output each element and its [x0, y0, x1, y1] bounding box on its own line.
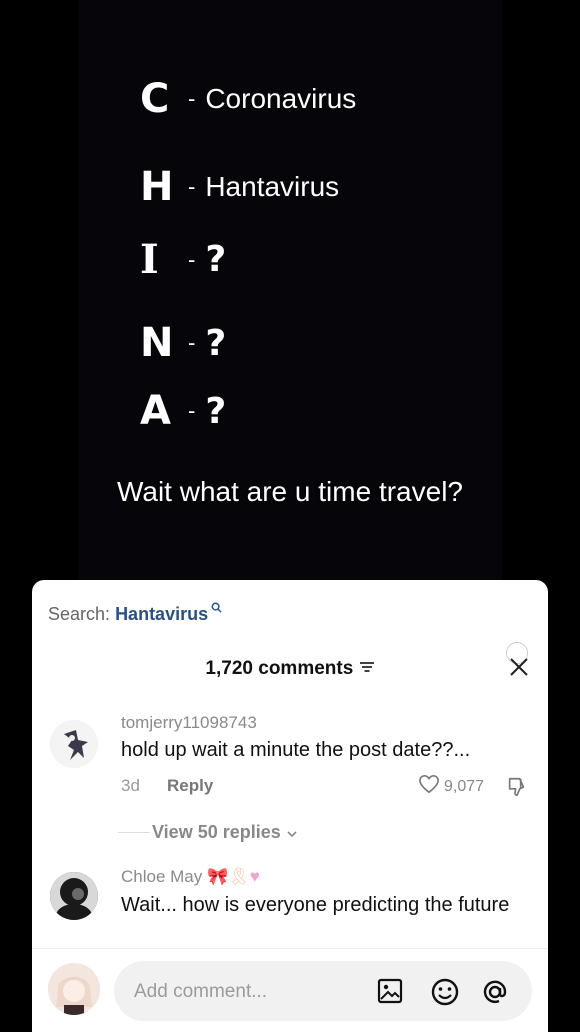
sort-icon[interactable] — [359, 658, 375, 679]
comment-username-label: Chloe May — [121, 867, 203, 886]
comment-input-bar — [32, 948, 548, 1032]
acronym-row-n: N - ? — [140, 320, 226, 366]
acronym-dash: - — [188, 330, 196, 355]
view-replies-button[interactable]: View 50 replies — [118, 822, 297, 843]
comment-text: Wait... how is everyone predicting the f… — [121, 894, 510, 916]
acronym-word: ? — [205, 239, 227, 280]
acronym-dash: - — [188, 174, 196, 199]
view-replies-label: View 50 replies — [152, 822, 281, 842]
emoji-icon[interactable] — [430, 977, 459, 1006]
comments-count-label: 1,720 comments — [205, 658, 354, 679]
acronym-row-i: I - ? — [140, 236, 226, 283]
search-suggestion[interactable]: Search: Hantavirus — [48, 602, 223, 625]
acronym-letter: N — [140, 320, 174, 366]
comment-age: 3d — [121, 776, 140, 795]
comment-username[interactable]: Chloe May 🎀🎗♥ — [121, 867, 260, 887]
like-count: 9,077 — [444, 777, 485, 795]
acronym-word: ? — [205, 390, 227, 432]
user-avatar[interactable] — [48, 963, 100, 1015]
acronym-word: Hantavirus — [205, 171, 340, 202]
avatar[interactable] — [50, 872, 98, 920]
comment-username[interactable]: tomjerry11098743 — [121, 713, 257, 733]
bow-icon: 🎀 — [207, 867, 229, 886]
reply-button[interactable]: Reply — [167, 776, 213, 796]
acronym-word: Coronavirus — [205, 83, 357, 114]
search-term[interactable]: Hantavirus — [115, 604, 208, 624]
acronym-letter: A — [140, 388, 171, 434]
acronym-letter: I — [140, 236, 159, 283]
divider — [118, 832, 150, 833]
like-button[interactable]: 9,077 — [418, 774, 484, 799]
acronym-dash: - — [188, 246, 196, 272]
search-icon — [208, 602, 223, 616]
acronym-row-c: C - Coronavirus — [140, 76, 356, 122]
acronym-letter: C — [140, 76, 170, 122]
chevron-down-icon — [287, 822, 297, 843]
heart-icon: ♥ — [249, 867, 260, 886]
avatar[interactable] — [50, 720, 98, 768]
acronym-row-a: A - ? — [140, 388, 226, 434]
acronym-row-h: H - Hantavirus — [140, 164, 339, 210]
mention-icon[interactable] — [480, 977, 508, 1005]
close-icon[interactable] — [508, 656, 530, 685]
video-caption: Wait what are u time travel? — [117, 476, 463, 507]
acronym-word: ? — [205, 322, 227, 364]
heart-icon — [418, 774, 440, 799]
comments-sheet: Search: Hantavirus 1,720 comments tomjer… — [32, 580, 548, 1032]
comment-text: hold up wait a minute the post date??... — [121, 739, 471, 761]
comments-count[interactable]: 1,720 comments — [32, 658, 548, 680]
search-label: Search: — [48, 604, 111, 624]
ribbon-icon: 🎗 — [228, 867, 250, 886]
comment-input-container[interactable] — [114, 961, 532, 1023]
image-icon[interactable] — [376, 977, 404, 1005]
dislike-icon[interactable] — [506, 776, 528, 803]
acronym-dash: - — [188, 86, 196, 111]
acronym-letter: H — [140, 164, 174, 210]
comment-input[interactable] — [132, 961, 366, 1023]
acronym-dash: - — [188, 398, 196, 423]
